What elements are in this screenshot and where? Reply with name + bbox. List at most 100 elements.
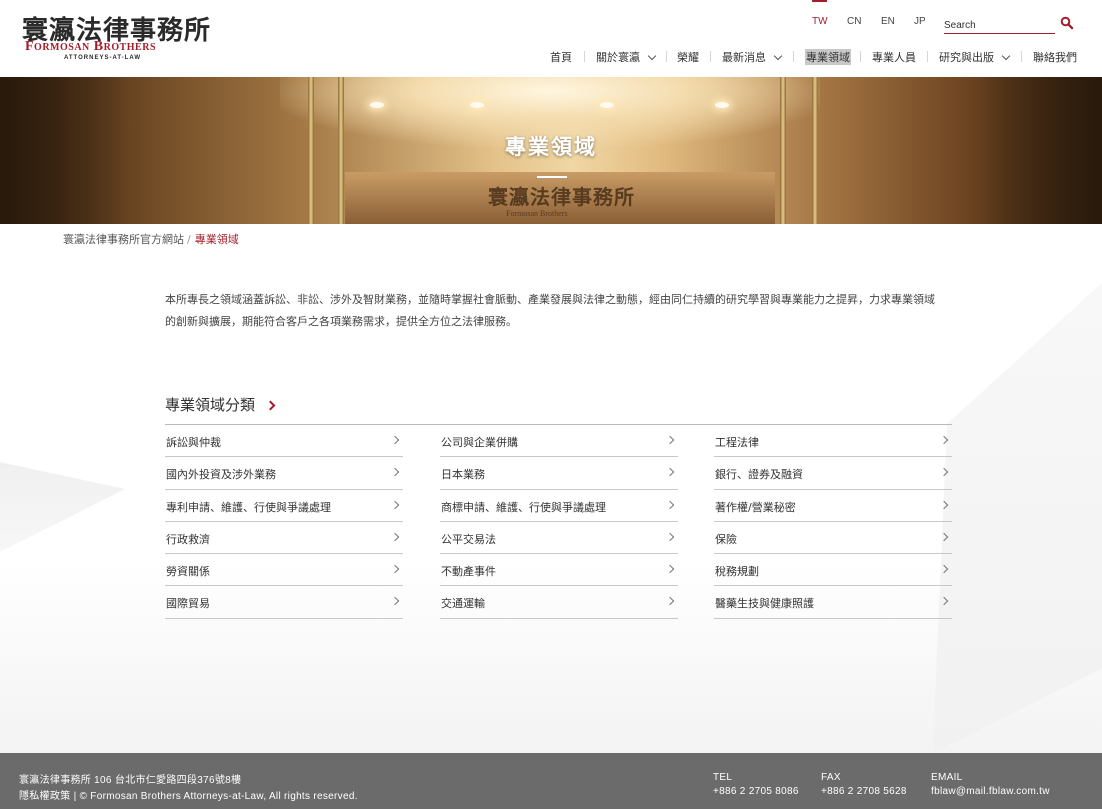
category-item-label: 勞資關係 bbox=[166, 565, 210, 579]
category-item[interactable]: 訴訟與仲裁 bbox=[165, 425, 403, 458]
nav-item-5[interactable]: 專業人員 bbox=[872, 49, 916, 65]
category-item[interactable]: 醫藥生技與健康照護 bbox=[714, 586, 952, 619]
background-shape-left bbox=[0, 462, 125, 552]
category-item[interactable]: 日本業務 bbox=[440, 457, 678, 490]
site-header: 寰瀛法律事務所 Formosan Brothers ATTORNEYS-AT-L… bbox=[0, 0, 1102, 77]
chevron-right-icon bbox=[390, 468, 400, 477]
language-option-en[interactable]: EN bbox=[881, 16, 895, 27]
nav-item-7[interactable]: 聯絡我們 bbox=[1033, 49, 1077, 65]
category-heading[interactable]: 專業領域分類 bbox=[165, 394, 276, 415]
footer-fax-label: FAX bbox=[821, 772, 841, 783]
category-item[interactable]: 不動產事件 bbox=[440, 554, 678, 587]
category-item[interactable]: 專利申請、維護、行使與爭議處理 bbox=[165, 490, 403, 522]
category-item[interactable]: 保險 bbox=[714, 522, 952, 555]
category-item[interactable]: 國內外投資及涉外業務 bbox=[165, 457, 403, 490]
category-item[interactable]: 稅務規劃 bbox=[714, 554, 952, 587]
category-item[interactable]: 著作權/營業秘密 bbox=[714, 490, 952, 522]
category-item[interactable]: 商標申請、維護、行使與爭議處理 bbox=[440, 490, 678, 522]
category-item-label: 銀行、證券及融資 bbox=[715, 468, 803, 482]
nav-item-0[interactable]: 首頁 bbox=[550, 49, 572, 65]
search-icon[interactable] bbox=[1060, 16, 1074, 30]
breadcrumb-home-link[interactable]: 寰瀛法律事務所官方網站 bbox=[63, 233, 184, 246]
category-item-label: 行政救濟 bbox=[166, 532, 210, 546]
chevron-right-icon bbox=[665, 564, 675, 574]
footer-email-label: EMAIL bbox=[931, 772, 963, 783]
chevron-down-icon bbox=[1001, 51, 1011, 60]
language-option-tw[interactable]: TW bbox=[812, 16, 828, 27]
chevron-right-icon bbox=[390, 532, 400, 542]
category-item[interactable]: 國際貿易 bbox=[165, 586, 403, 619]
nav-separator bbox=[927, 51, 928, 62]
nav-item-6[interactable]: 研究與出版 bbox=[939, 49, 1011, 65]
category-item-label: 國內外投資及涉外業務 bbox=[166, 468, 276, 482]
chevron-right-icon bbox=[390, 597, 400, 606]
category-item-label: 日本業務 bbox=[441, 468, 485, 482]
chevron-down-icon bbox=[773, 51, 783, 60]
category-item[interactable]: 公平交易法 bbox=[440, 522, 678, 555]
title-underline bbox=[537, 176, 567, 178]
category-item-label: 訴訟與仲裁 bbox=[166, 436, 221, 449]
footer-copyright: © Formosan Brothers Attorneys-at-Law, Al… bbox=[79, 791, 358, 802]
chevron-right-icon bbox=[665, 500, 675, 509]
category-item[interactable]: 交通運輸 bbox=[440, 586, 678, 619]
category-item-label: 公司與企業併購 bbox=[441, 436, 518, 449]
category-item[interactable]: 行政救濟 bbox=[165, 522, 403, 555]
nav-separator bbox=[710, 51, 711, 62]
chevron-right-icon bbox=[390, 564, 400, 574]
banner-ceiling-lamp bbox=[470, 102, 484, 108]
search-input[interactable] bbox=[944, 14, 1044, 34]
category-item[interactable]: 銀行、證券及融資 bbox=[714, 457, 952, 490]
chevron-right-icon bbox=[665, 468, 675, 477]
category-item-label: 稅務規劃 bbox=[715, 565, 759, 579]
chevron-right-icon bbox=[939, 435, 949, 445]
chevron-right-icon bbox=[665, 435, 675, 445]
category-item-label: 不動產事件 bbox=[441, 565, 496, 579]
chevron-right-icon bbox=[939, 500, 949, 509]
category-item-label: 保險 bbox=[715, 532, 737, 546]
category-item-label: 公平交易法 bbox=[441, 532, 496, 546]
category-item[interactable]: 勞資關係 bbox=[165, 554, 403, 587]
chevron-right-icon bbox=[665, 532, 675, 542]
nav-separator bbox=[860, 51, 861, 62]
footer-tel[interactable]: +886 2 2705 8086 bbox=[713, 786, 799, 797]
site-logo[interactable]: 寰瀛法律事務所 Formosan Brothers ATTORNEYS-AT-L… bbox=[22, 10, 210, 64]
chevron-right-icon bbox=[939, 468, 949, 477]
page-title: 專業領域 bbox=[505, 135, 597, 159]
nav-separator bbox=[793, 51, 794, 62]
language-option-jp[interactable]: JP bbox=[914, 16, 926, 27]
category-item-label: 工程法律 bbox=[715, 436, 759, 449]
category-column: 工程法律銀行、證券及融資 著作權/營業秘密 保險稅務規劃醫藥生技與健康照護 bbox=[714, 425, 952, 619]
nav-item-label: 專業人員 bbox=[872, 51, 916, 64]
nav-item-2[interactable]: 榮耀 bbox=[677, 49, 699, 65]
privacy-policy-link[interactable]: 隱私權政策 bbox=[19, 791, 71, 802]
nav-item-label: 關於寰瀛 bbox=[596, 51, 640, 64]
nav-item-label: 首頁 bbox=[550, 51, 572, 64]
category-item-label: 著作權/營業秘密 bbox=[715, 500, 796, 514]
nav-item-4[interactable]: 專業領域 bbox=[805, 49, 851, 65]
chevron-right-icon bbox=[390, 500, 400, 509]
nav-item-3[interactable]: 最新消息 bbox=[722, 49, 783, 65]
chevron-right-icon bbox=[939, 597, 949, 606]
banner-ceiling-lamp bbox=[370, 102, 384, 108]
category-item-label: 醫藥生技與健康照護 bbox=[715, 597, 814, 611]
category-item[interactable]: 工程法律 bbox=[714, 425, 952, 458]
category-item[interactable]: 公司與企業併購 bbox=[440, 425, 678, 458]
nav-item-label: 榮耀 bbox=[677, 51, 699, 64]
banner-wall-sign-en: Formosan Brothers bbox=[506, 209, 568, 218]
intro-text: 本所專長之領域涵蓋訴訟、非訟、涉外及智財業務，並隨時掌握社會脈動、產業發展與法律… bbox=[165, 293, 935, 328]
chevron-right-icon bbox=[939, 564, 949, 574]
banner-wall-sign: 寰瀛法律事務所 bbox=[488, 185, 635, 209]
logo-subtitle: ATTORNEYS-AT-LAW bbox=[64, 55, 141, 61]
chevron-right-icon bbox=[390, 435, 400, 445]
category-column: 訴訟與仲裁國內外投資及涉外業務專利申請、維護、行使與爭議處理行政救濟勞資關係國際… bbox=[165, 425, 403, 619]
nav-item-1[interactable]: 關於寰瀛 bbox=[596, 49, 657, 65]
footer-address: 寰瀛法律事務所 106 台北市仁愛路四段376號8樓 bbox=[19, 775, 242, 786]
category-heading-label: 專業領域分類 bbox=[165, 396, 256, 414]
language-option-cn[interactable]: CN bbox=[847, 16, 861, 27]
footer-copyright-line: 隱私權政策 | © Formosan Brothers Attorneys-at… bbox=[19, 791, 358, 802]
breadcrumb-current: 專業領域 bbox=[194, 233, 239, 246]
breadcrumb-separator: / bbox=[187, 233, 191, 246]
banner-ceiling-lamp bbox=[600, 102, 614, 108]
footer-email[interactable]: fblaw@mail.fblaw.com.tw bbox=[931, 786, 1050, 797]
nav-item-label: 研究與出版 bbox=[939, 51, 994, 64]
